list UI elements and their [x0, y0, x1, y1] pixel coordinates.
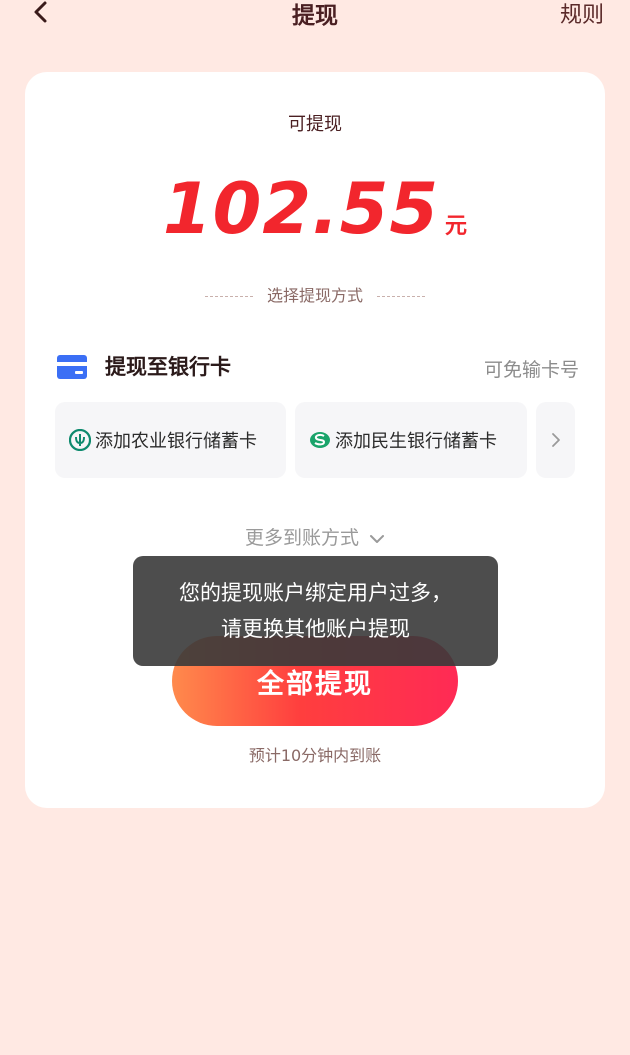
rules-link[interactable]: 规则: [560, 0, 604, 29]
no-card-number-hint[interactable]: 可免输卡号: [484, 355, 579, 382]
nav-header: 提现 规则: [0, 0, 630, 30]
page-title: 提现: [292, 3, 338, 29]
withdraw-page: 提现 规则 可提现 102.55 元 选择提现方式 提现至银行卡 可免输卡号 添…: [0, 0, 630, 1055]
divider-line-right: [377, 296, 425, 297]
error-toast: 您的提现账户绑定用户过多，请更换其他账户提现: [133, 556, 498, 666]
bank-section-header: 提现至银行卡 可免输卡号: [57, 349, 579, 385]
bank-option-label: 添加农业银行储蓄卡: [95, 431, 257, 452]
chevron-right-icon: [551, 433, 560, 447]
add-cmbc-card-button[interactable]: 添加民生银行储蓄卡: [295, 402, 527, 478]
divider-line-left: [204, 296, 253, 297]
more-methods-label: 更多到账方式: [244, 527, 359, 549]
amount-value: 102.55: [162, 168, 440, 250]
method-divider-label: 选择提现方式: [266, 286, 363, 305]
amount-unit: 元: [445, 214, 468, 239]
cmbc-bank-logo-icon: [310, 432, 330, 448]
balance-amount: 102.55 元: [25, 168, 605, 250]
bank-option-label: 添加民生银行储蓄卡: [335, 431, 497, 452]
bank-card-icon: [57, 355, 87, 379]
withdraw-card: 可提现 102.55 元 选择提现方式 提现至银行卡 可免输卡号 添加农业银行储蓄…: [25, 72, 605, 808]
method-divider: 选择提现方式: [25, 282, 605, 306]
abc-bank-logo-icon: [69, 429, 91, 451]
add-abc-card-button[interactable]: 添加农业银行储蓄卡: [55, 402, 286, 478]
bank-options: 添加农业银行储蓄卡 添加民生银行储蓄卡: [55, 402, 577, 478]
withdrawable-label: 可提现: [288, 114, 342, 135]
more-methods-toggle[interactable]: 更多到账方式: [25, 523, 605, 550]
eta-text: 预计10分钟内到账: [248, 746, 382, 765]
bank-section-title: 提现至银行卡: [105, 355, 231, 379]
chevron-down-icon: [370, 534, 385, 543]
more-banks-button[interactable]: [536, 402, 575, 478]
